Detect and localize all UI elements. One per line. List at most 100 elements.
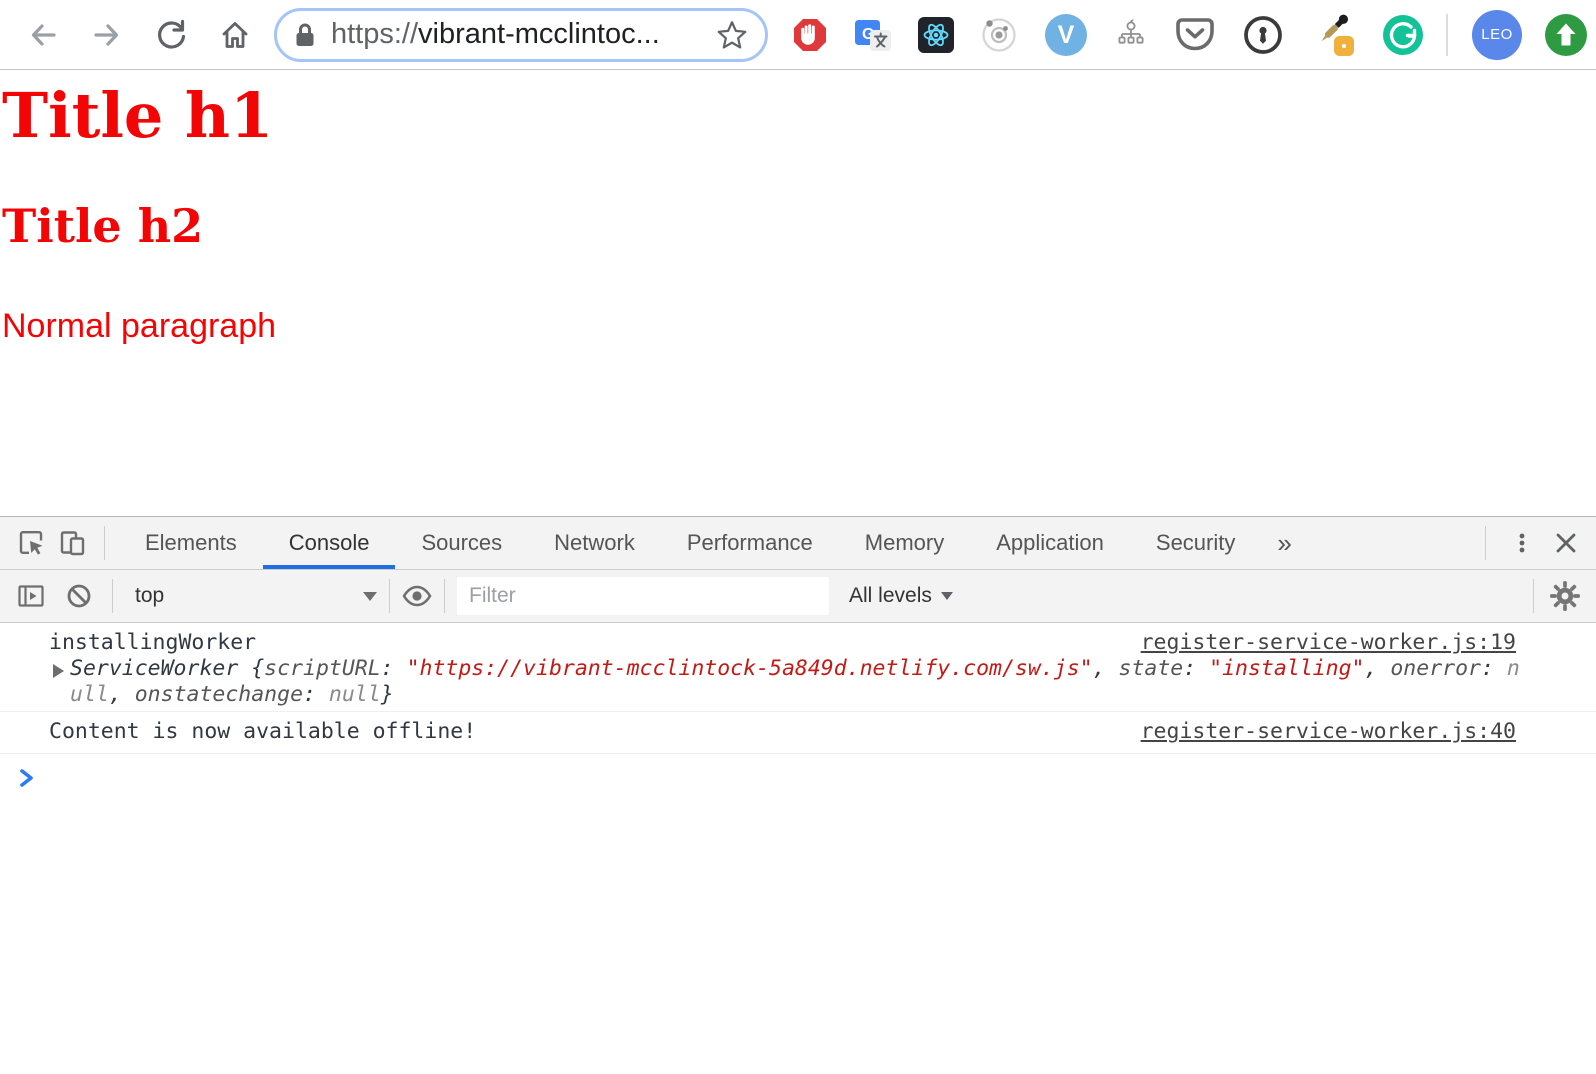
console-message: register-service-worker.js:19 installing… [0, 623, 1596, 712]
profile-avatar-label: LEO [1481, 26, 1513, 43]
react-devtools-extension-button[interactable] [918, 16, 954, 53]
prompt-chevron-icon [20, 769, 33, 787]
levels-label: All levels [849, 584, 932, 607]
toolbar-separator [1533, 579, 1534, 613]
extensions-bar: G V [792, 12, 1424, 58]
console-message: register-service-worker.js:40 Content is… [0, 712, 1596, 754]
home-icon [222, 21, 248, 48]
adblock-extension-button[interactable] [792, 17, 828, 53]
expand-triangle-icon[interactable] [53, 664, 64, 678]
chevron-down-icon [363, 591, 377, 601]
inspect-element-button[interactable] [14, 528, 48, 558]
devtools-tabs: Elements Console Sources Network Perform… [119, 517, 1308, 569]
bookmark-star-button[interactable] [715, 18, 749, 52]
tab-console[interactable]: Console [262, 517, 396, 569]
onepassword-extension-button[interactable] [1242, 14, 1284, 56]
color-picker-icon [1321, 14, 1354, 56]
devtools-panel: Elements Console Sources Network Perform… [0, 516, 1596, 1073]
context-label: top [135, 584, 165, 607]
update-arrow-icon [1545, 13, 1587, 56]
tree-diagram-icon [1118, 18, 1144, 44]
devtools-menu-button[interactable] [1500, 528, 1544, 558]
reload-button[interactable] [154, 18, 188, 52]
controls-separator [1485, 526, 1486, 560]
star-icon [717, 20, 747, 49]
url-bar[interactable]: https://vibrant-mcclintoc... [274, 7, 768, 62]
clear-console-button[interactable] [62, 581, 96, 611]
inspect-cursor-icon [19, 531, 43, 555]
google-translate-icon: G [855, 19, 891, 51]
console-filter-input[interactable] [457, 577, 829, 615]
console-object-row: ServiceWorker {scriptURL: "https://vibra… [0, 656, 1520, 708]
reload-icon [158, 19, 186, 49]
back-button[interactable] [26, 18, 60, 52]
tab-network[interactable]: Network [528, 517, 661, 569]
clear-console-icon [67, 584, 91, 608]
vimium-icon: V [1045, 13, 1087, 56]
object-preview[interactable]: ServiceWorker {scriptURL: "https://vibra… [70, 656, 1520, 707]
adblock-icon [794, 18, 826, 51]
lock-icon[interactable] [293, 21, 317, 49]
console-settings-button[interactable] [1548, 580, 1582, 612]
home-button[interactable] [218, 18, 252, 52]
page-content: Title h1 Title h2 Normal paragraph [0, 70, 1596, 516]
orbit-extension-button[interactable] [980, 16, 1018, 54]
forward-arrow-icon [94, 23, 119, 46]
log-levels-selector[interactable]: All levels [849, 584, 953, 608]
kebab-menu-icon [1519, 533, 1525, 553]
chevron-down-icon [940, 592, 953, 600]
console-sidebar-icon [18, 585, 44, 607]
browser-toolbar: https://vibrant-mcclintoc... G V LEO [0, 0, 1596, 70]
tab-elements[interactable]: Elements [119, 517, 263, 569]
svg-text:V: V [1058, 21, 1075, 49]
source-link[interactable]: register-service-worker.js:40 [1141, 719, 1516, 745]
console-prompt[interactable] [0, 754, 1596, 797]
console-messages: register-service-worker.js:19 installing… [0, 623, 1596, 1073]
more-tabs-button[interactable]: » [1261, 517, 1307, 569]
device-toolbar-icon [60, 531, 85, 556]
tab-application[interactable]: Application [970, 517, 1130, 569]
device-toolbar-button[interactable] [56, 528, 90, 558]
toolbar-separator [444, 579, 445, 613]
page-heading-1: Title h1 [2, 79, 274, 152]
page-heading-2: Title h2 [2, 199, 204, 254]
vimium-extension-button[interactable]: V [1044, 13, 1088, 57]
tree-diagram-extension-button[interactable] [1114, 18, 1148, 52]
browser-update-button[interactable] [1544, 13, 1588, 57]
color-picker-extension-button[interactable] [1310, 12, 1356, 58]
onepassword-icon [1244, 15, 1282, 54]
close-icon [1556, 533, 1576, 553]
toolbar-separator [112, 579, 113, 613]
google-translate-extension-button[interactable]: G [854, 16, 892, 54]
console-sidebar-toggle[interactable] [14, 581, 48, 611]
pocket-icon [1176, 17, 1214, 50]
url-scheme: https:// [331, 18, 419, 50]
react-devtools-icon [918, 16, 954, 53]
devtools-window-controls [1471, 517, 1596, 569]
pocket-extension-button[interactable] [1174, 15, 1216, 55]
profile-avatar[interactable]: LEO [1472, 9, 1522, 60]
back-arrow-icon [31, 23, 56, 46]
tab-security[interactable]: Security [1130, 517, 1261, 569]
eye-icon [402, 585, 432, 607]
source-link[interactable]: register-service-worker.js:19 [1141, 630, 1516, 656]
toolbar-separator [1446, 13, 1448, 56]
gear-icon [1550, 581, 1580, 611]
url-text: https://vibrant-mcclintoc... [331, 18, 660, 51]
devtools-tabbar: Elements Console Sources Network Perform… [0, 517, 1596, 570]
forward-button[interactable] [90, 18, 124, 52]
tab-memory[interactable]: Memory [839, 517, 970, 569]
url-host: vibrant-mcclintoc... [418, 18, 660, 50]
execution-context-selector[interactable]: top [119, 584, 389, 608]
live-expression-button[interactable] [400, 581, 434, 611]
grammarly-extension-button[interactable] [1382, 14, 1424, 56]
tab-sources[interactable]: Sources [395, 517, 528, 569]
orbit-icon [982, 17, 1016, 52]
tabbar-separator [104, 526, 105, 560]
page-paragraph: Normal paragraph [2, 307, 277, 346]
tab-performance[interactable]: Performance [661, 517, 839, 569]
console-toolbar: top All levels [0, 570, 1596, 623]
grammarly-icon [1383, 14, 1423, 55]
toolbar-separator [389, 579, 390, 613]
devtools-close-button[interactable] [1544, 528, 1588, 558]
